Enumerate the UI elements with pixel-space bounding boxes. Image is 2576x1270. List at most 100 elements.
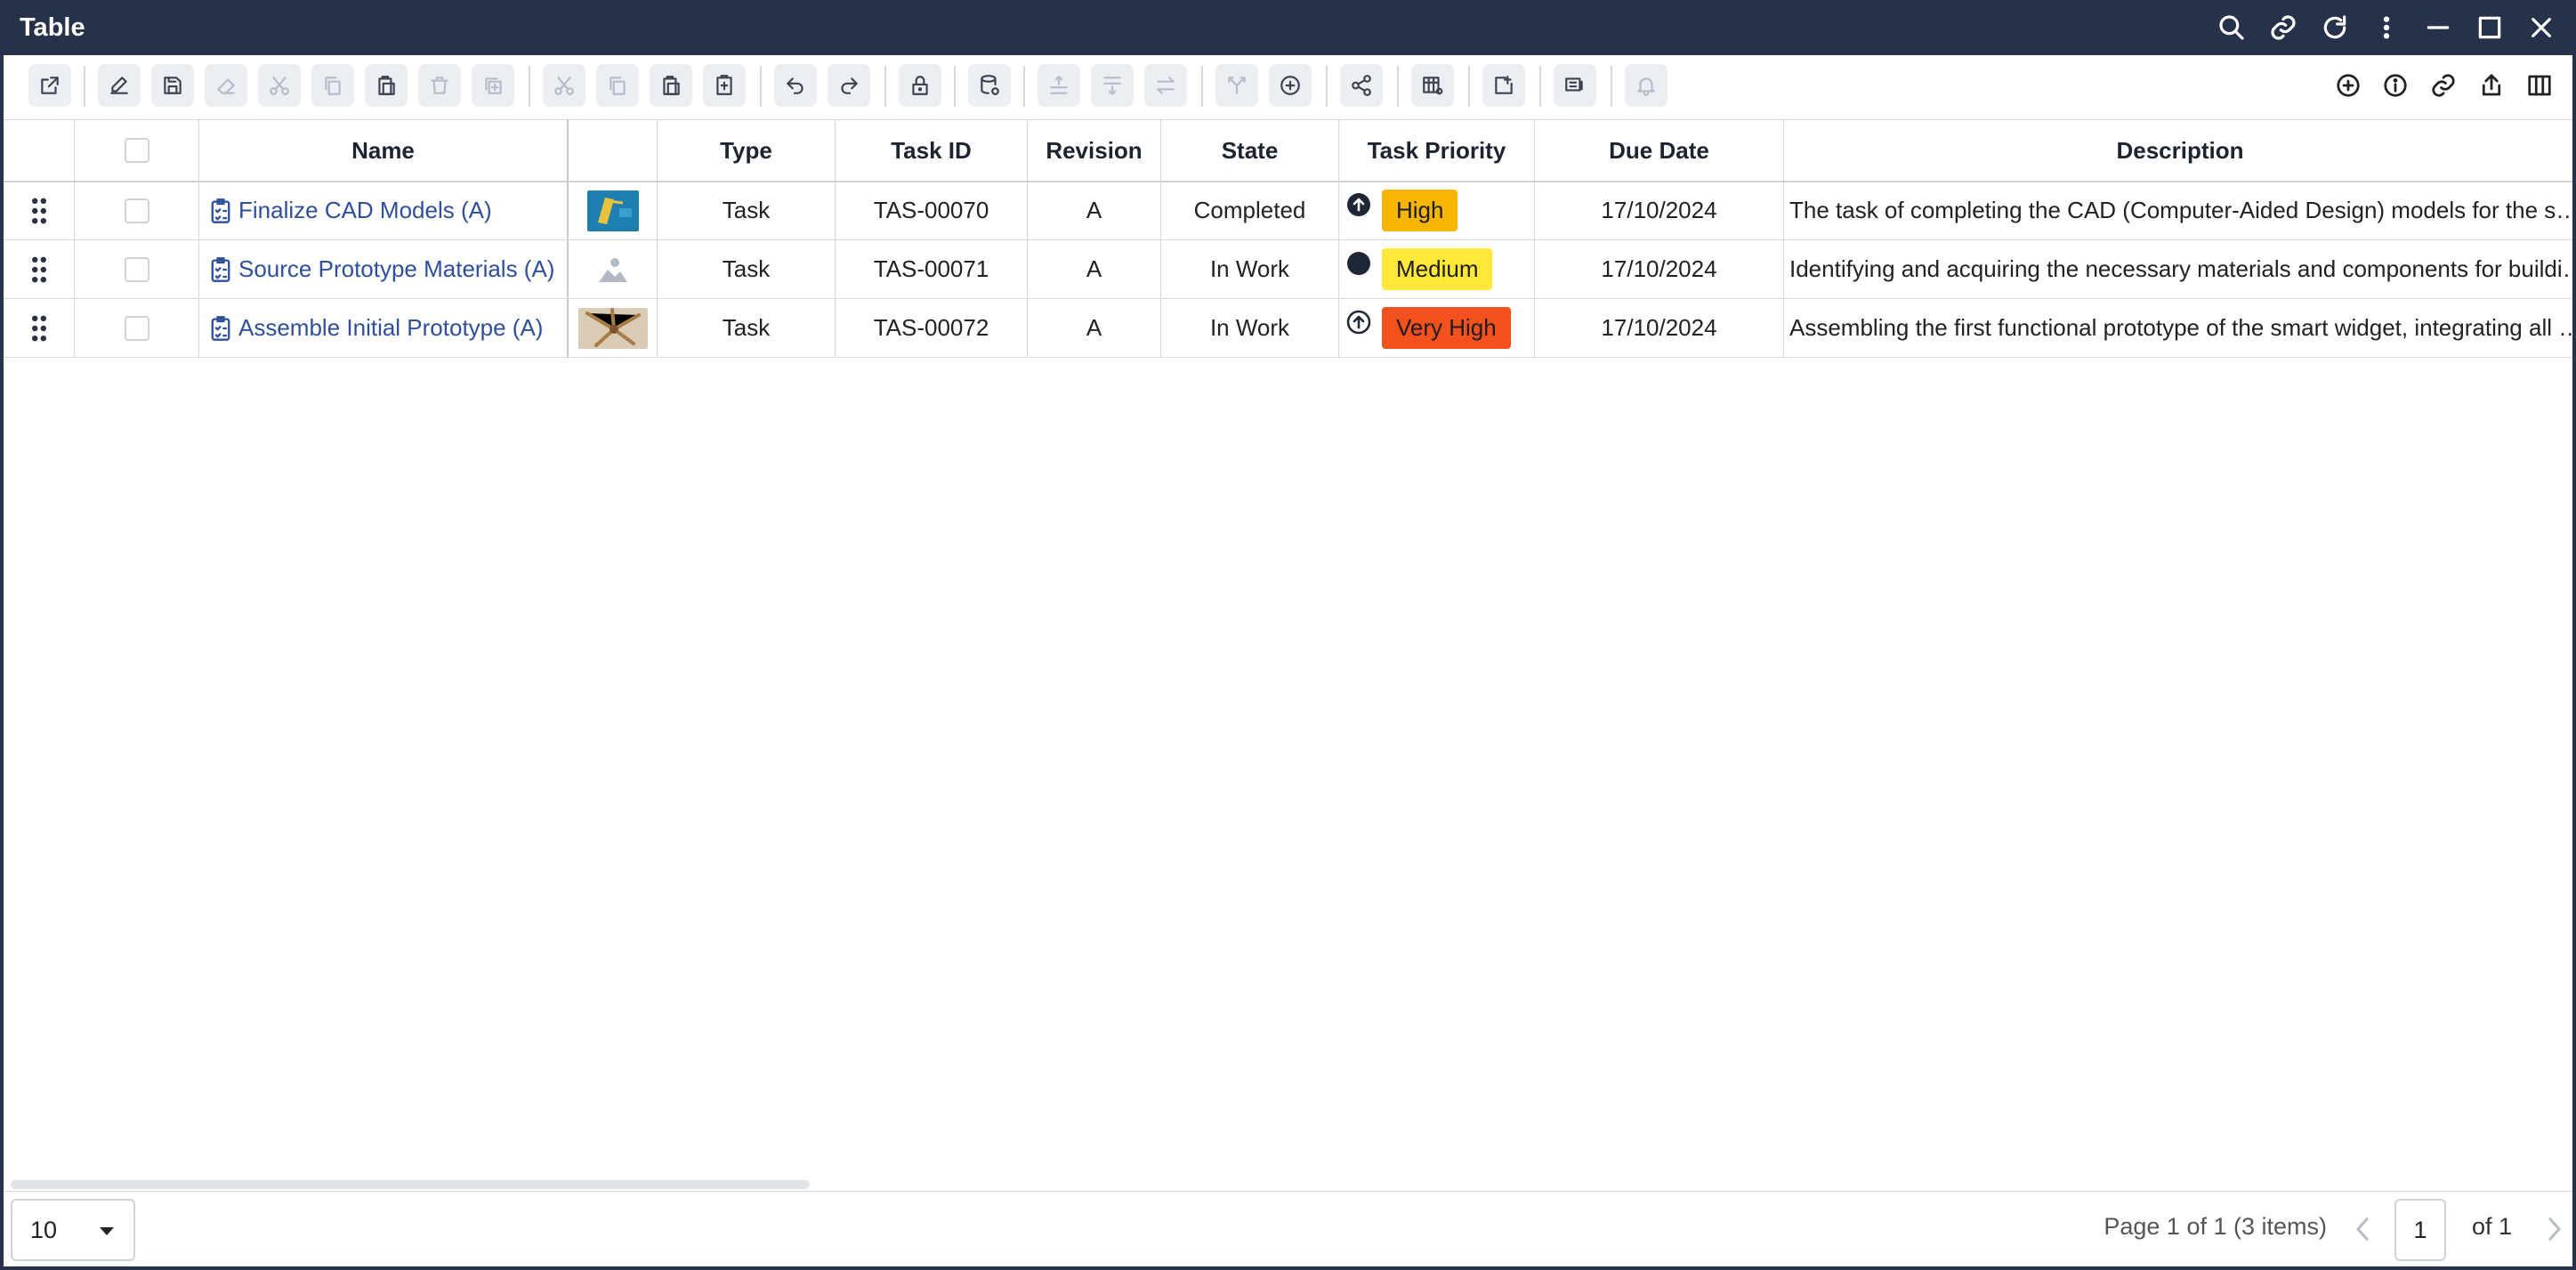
paste-row-icon[interactable] xyxy=(650,64,692,107)
drag-handle-icon[interactable] xyxy=(4,299,75,357)
columns-icon[interactable] xyxy=(2518,64,2561,107)
select-all-cell xyxy=(75,120,199,181)
redo-icon[interactable] xyxy=(828,64,870,107)
thumbnail-cell xyxy=(569,299,658,357)
swap-icon[interactable] xyxy=(1144,64,1187,107)
task-clipboard-icon xyxy=(211,315,230,341)
export-icon[interactable] xyxy=(1482,64,1525,107)
chevron-down-icon xyxy=(100,1227,114,1235)
table-row[interactable]: Assemble Initial Prototype (A) Task TAS-… xyxy=(4,299,2576,358)
link-icon[interactable] xyxy=(2422,64,2465,107)
column-header-due-date[interactable]: Due Date xyxy=(1535,120,1784,181)
toolbar-divider xyxy=(884,66,886,107)
name-cell: Assemble Initial Prototype (A) xyxy=(199,299,569,357)
open-external-icon[interactable] xyxy=(28,64,71,107)
state-cell: In Work xyxy=(1161,299,1339,357)
toolbar xyxy=(4,55,2572,119)
column-header-thumbnail[interactable] xyxy=(569,120,658,181)
previous-page-icon[interactable] xyxy=(2345,1211,2380,1247)
priority-cell: High xyxy=(1339,182,1535,239)
save-icon[interactable] xyxy=(151,64,194,107)
revision-cell: A xyxy=(1028,240,1161,298)
page-info: Page 1 of 1 (3 items) xyxy=(2104,1213,2327,1240)
type-cell: Task xyxy=(658,299,836,357)
name-cell: Source Prototype Materials (A) xyxy=(199,240,569,298)
row-checkbox[interactable] xyxy=(124,198,149,223)
duplicate-icon[interactable] xyxy=(472,64,514,107)
info-icon[interactable] xyxy=(2374,64,2417,107)
column-header-task-id[interactable]: Task ID xyxy=(836,120,1028,181)
priority-badge: High xyxy=(1382,190,1458,231)
paste-icon[interactable] xyxy=(365,64,408,107)
add-circle-icon[interactable] xyxy=(2327,64,2370,107)
page-size-select[interactable]: 10 xyxy=(11,1199,135,1261)
task-name-link[interactable]: Source Prototype Materials (A) xyxy=(238,255,554,283)
paste-special-icon[interactable] xyxy=(703,64,746,107)
drag-column-header xyxy=(4,120,75,181)
state-cell: Completed xyxy=(1161,182,1339,239)
due-date-cell: 17/10/2024 xyxy=(1535,240,1784,298)
toolbar-divider xyxy=(1023,66,1025,107)
present-icon[interactable] xyxy=(1554,64,1596,107)
eraser-icon[interactable] xyxy=(205,64,247,107)
close-icon[interactable] xyxy=(2515,0,2567,55)
undo-icon[interactable] xyxy=(774,64,817,107)
row-checkbox[interactable] xyxy=(124,256,149,282)
share-icon[interactable] xyxy=(1340,64,1383,107)
task-id-cell: TAS-00071 xyxy=(836,240,1028,298)
arrow-up-circle-outline-icon xyxy=(1346,310,1371,334)
maximize-icon[interactable] xyxy=(2464,0,2515,55)
drag-handle-icon[interactable] xyxy=(4,240,75,298)
horizontal-scrollbar[interactable] xyxy=(11,1180,810,1189)
copy-row-icon[interactable] xyxy=(596,64,639,107)
bell-icon[interactable] xyxy=(1625,64,1668,107)
cut-row-icon[interactable] xyxy=(543,64,585,107)
column-header-revision[interactable]: Revision xyxy=(1028,120,1161,181)
type-cell: Task xyxy=(658,240,836,298)
column-header-description[interactable]: Description xyxy=(1784,120,2572,181)
refresh-icon[interactable] xyxy=(2309,0,2361,55)
edit-icon[interactable] xyxy=(98,64,141,107)
priority-cell: Very High xyxy=(1339,299,1535,357)
column-header-name[interactable]: Name xyxy=(199,120,569,181)
description-cell: Identifying and acquiring the necessary … xyxy=(1789,255,2576,282)
copy-icon[interactable] xyxy=(311,64,354,107)
insert-below-icon[interactable] xyxy=(1091,64,1134,107)
thumbnail-cell xyxy=(569,240,658,298)
column-header-state[interactable]: State xyxy=(1161,120,1339,181)
table-row[interactable]: Finalize CAD Models (A) Task TAS-00070 A… xyxy=(4,182,2572,240)
arrow-up-circle-icon xyxy=(1347,192,1370,216)
add-circle-icon[interactable] xyxy=(1269,64,1312,107)
table-settings-icon[interactable] xyxy=(1411,64,1454,107)
prototype-photo-thumbnail[interactable] xyxy=(577,307,648,349)
thumbnail-cell xyxy=(569,182,658,239)
cut-icon[interactable] xyxy=(258,64,301,107)
link-icon[interactable] xyxy=(2257,0,2309,55)
column-header-type[interactable]: Type xyxy=(658,120,836,181)
delete-icon[interactable] xyxy=(418,64,461,107)
lock-icon[interactable] xyxy=(899,64,941,107)
placeholder-image-icon[interactable] xyxy=(597,255,629,284)
select-all-checkbox[interactable] xyxy=(124,138,149,163)
minimize-icon[interactable] xyxy=(2412,0,2464,55)
upload-icon[interactable] xyxy=(2470,64,2513,107)
current-page-input[interactable]: 1 xyxy=(2394,1199,2446,1261)
task-id-cell: TAS-00072 xyxy=(836,299,1028,357)
database-settings-icon[interactable] xyxy=(968,64,1011,107)
column-header-task-priority[interactable]: Task Priority xyxy=(1339,120,1535,181)
description-cell: Assembling the first functional prototyp… xyxy=(1789,314,2576,341)
window-title: Table xyxy=(20,12,85,42)
task-name-link[interactable]: Assemble Initial Prototype (A) xyxy=(238,314,543,342)
next-page-icon[interactable] xyxy=(2537,1211,2572,1247)
toolbar-divider xyxy=(84,66,85,107)
table-row[interactable]: Source Prototype Materials (A) Task TAS-… xyxy=(4,240,2576,299)
task-name-link[interactable]: Finalize CAD Models (A) xyxy=(238,197,492,224)
insert-above-icon[interactable] xyxy=(1038,64,1080,107)
toolbar-divider xyxy=(1539,66,1541,107)
drag-handle-icon[interactable] xyxy=(4,182,75,239)
search-icon[interactable] xyxy=(2206,0,2257,55)
cad-drawing-thumbnail[interactable] xyxy=(586,190,639,231)
more-vertical-icon[interactable] xyxy=(2361,0,2412,55)
row-checkbox[interactable] xyxy=(124,315,149,341)
split-icon[interactable] xyxy=(1215,64,1258,107)
